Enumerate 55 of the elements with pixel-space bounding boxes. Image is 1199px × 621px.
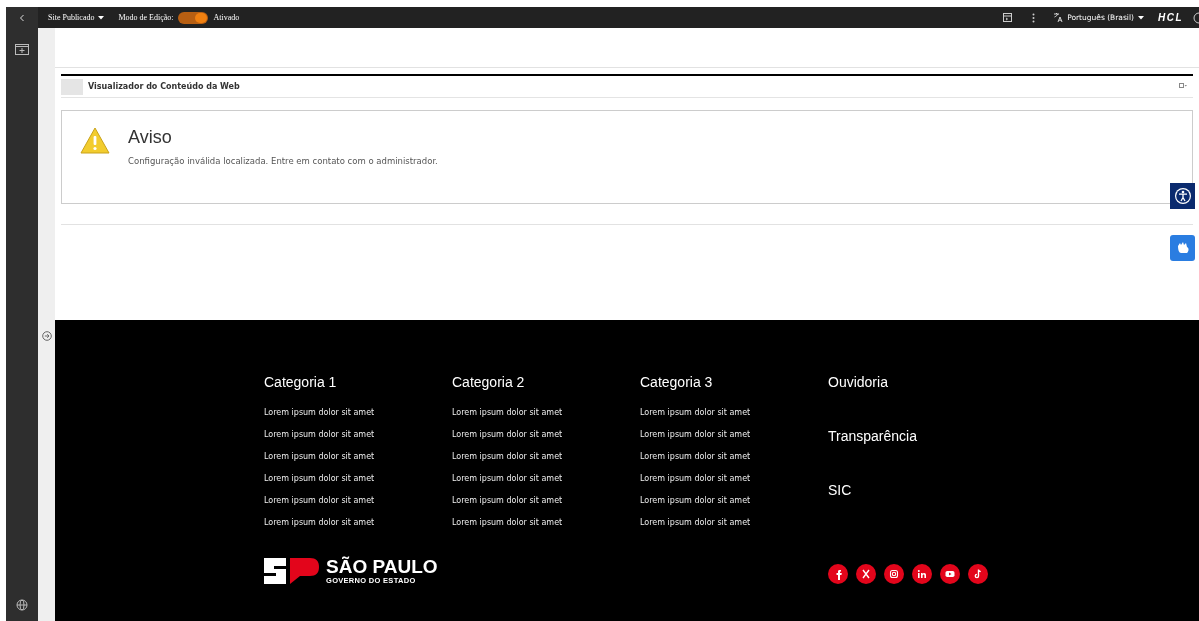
footer-link[interactable]: Lorem ipsum dolor sit amet [452, 452, 640, 474]
footer-link[interactable]: Lorem ipsum dolor sit amet [452, 408, 640, 430]
edit-mode-label: Modo de Edição: [118, 13, 174, 22]
arrow-circle-icon[interactable] [41, 331, 52, 341]
footer-heading: Categoria 1 [264, 374, 338, 390]
footer-link[interactable]: Lorem ipsum dolor sit amet [264, 474, 452, 496]
sign-language-button[interactable] [1170, 235, 1195, 261]
translate-icon [1053, 13, 1064, 22]
add-panel-icon[interactable] [15, 44, 29, 55]
footer-link[interactable]: Lorem ipsum dolor sit amet [452, 430, 640, 452]
panel-icon[interactable] [1003, 13, 1013, 22]
drag-handle-icon[interactable] [61, 78, 84, 95]
footer-link[interactable]: Lorem ipsum dolor sit amet [264, 452, 452, 474]
facebook-icon[interactable] [828, 564, 848, 584]
youtube-icon[interactable] [940, 564, 960, 584]
footer-link[interactable]: Lorem ipsum dolor sit amet [264, 430, 452, 452]
footer-link[interactable]: Ouvidoria [828, 374, 1016, 428]
caret-icon [1137, 15, 1144, 20]
logo-title: SÃO PAULO [326, 557, 438, 576]
footer-heading: Categoria 3 [640, 374, 714, 390]
footer-link[interactable]: Lorem ipsum dolor sit amet [452, 518, 640, 540]
footer-link[interactable]: Lorem ipsum dolor sit amet [640, 518, 828, 540]
footer-link[interactable]: Lorem ipsum dolor sit amet [452, 474, 640, 496]
circle-icon[interactable] [1193, 11, 1199, 24]
linkedin-icon[interactable] [912, 564, 932, 584]
tiktok-icon[interactable] [968, 564, 988, 584]
footer-link[interactable]: Lorem ipsum dolor sit amet [640, 408, 828, 430]
warning-icon [80, 127, 110, 154]
edit-mode-toggle[interactable] [177, 11, 208, 24]
footer-link[interactable]: Lorem ipsum dolor sit amet [640, 430, 828, 452]
footer-link[interactable]: Lorem ipsum dolor sit amet [640, 452, 828, 474]
accessibility-icon [1173, 187, 1192, 205]
footer-link[interactable]: Lorem ipsum dolor sit amet [264, 518, 452, 540]
accessibility-button[interactable] [1170, 183, 1195, 209]
caret-icon [98, 15, 105, 20]
chevron-left-icon [18, 13, 26, 22]
footer-link[interactable]: Transparência [828, 428, 1016, 482]
edit-mode-state: Ativado [213, 13, 240, 22]
warning-title: Aviso [128, 127, 173, 148]
footer-link[interactable]: Lorem ipsum dolor sit amet [640, 496, 828, 518]
globe-icon[interactable] [16, 599, 28, 611]
footer-heading: Categoria 2 [452, 374, 526, 390]
more-icon[interactable] [1032, 12, 1036, 23]
portlet-title: Visualizador do Conteúdo da Web [88, 82, 241, 91]
footer-link[interactable]: Lorem ipsum dolor sit amet [264, 496, 452, 518]
footer-link[interactable]: Lorem ipsum dolor sit amet [452, 496, 640, 518]
x-icon[interactable] [856, 564, 876, 584]
footer-link[interactable]: Lorem ipsum dolor sit amet [264, 408, 452, 430]
warning-message: Configuração inválida localizada. Entre em contato com o administrador. [128, 156, 438, 166]
brand-logo: HCL [1157, 12, 1183, 23]
instagram-icon[interactable] [884, 564, 904, 584]
sp-logo-icon [264, 556, 320, 586]
footer-link[interactable]: Lorem ipsum dolor sit amet [640, 474, 828, 496]
site-menu[interactable]: Site Publicado [48, 13, 105, 22]
footer-link[interactable]: SIC [828, 482, 1016, 536]
